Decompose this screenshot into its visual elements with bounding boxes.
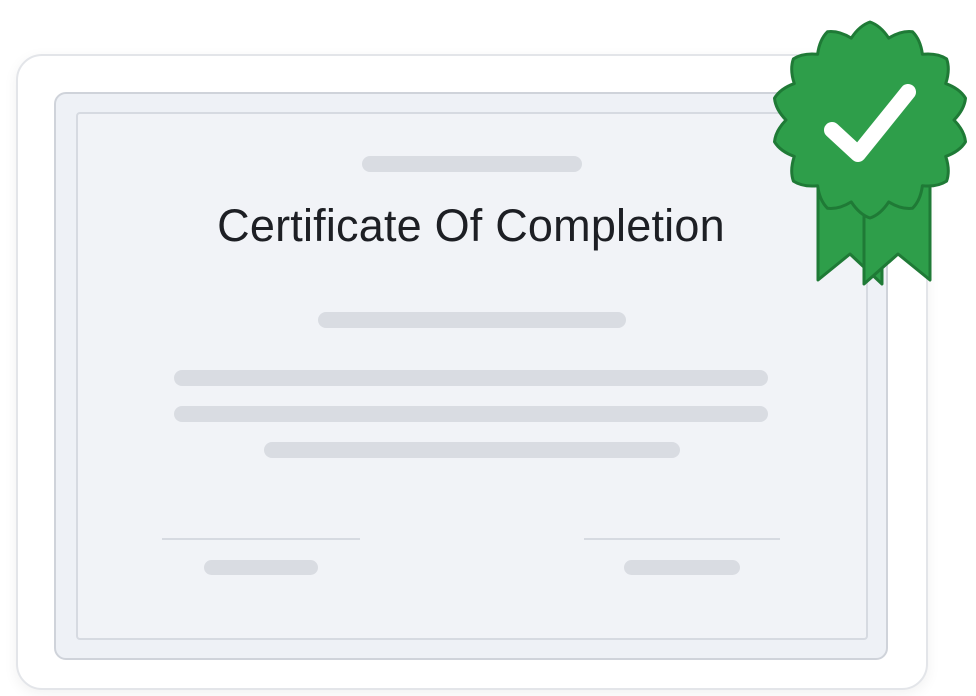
signature-label-right: [624, 560, 740, 575]
checkmark-badge-icon: [773, 20, 967, 286]
certificate-illustration: Certificate Of Completion: [0, 0, 976, 696]
body-line-3: [264, 442, 680, 458]
signature-line-left: [162, 538, 360, 540]
body-line-2: [174, 406, 768, 422]
header-placeholder-bar: [362, 156, 582, 172]
certificate-title: Certificate Of Completion: [217, 200, 725, 251]
signature-line-right: [584, 538, 780, 540]
signature-label-left: [204, 560, 318, 575]
body-line-1: [174, 370, 768, 386]
recipient-placeholder-bar: [318, 312, 626, 328]
